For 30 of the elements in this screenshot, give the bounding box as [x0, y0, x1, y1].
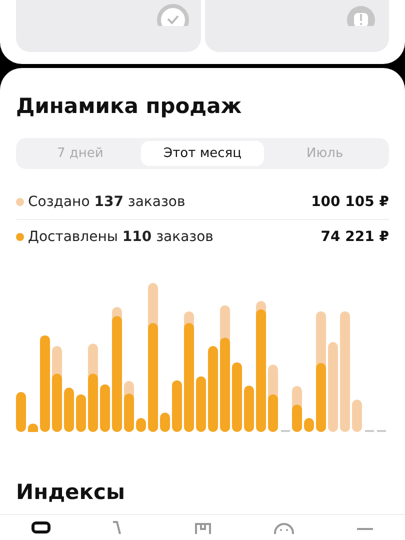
legend-amount: 74 221 ₽	[320, 229, 389, 245]
home-icon[interactable]	[30, 520, 52, 534]
day-bar	[232, 362, 242, 432]
day-bar	[100, 384, 110, 432]
day-bar	[268, 364, 278, 432]
legend-label: Доставлены 110 заказов	[28, 229, 214, 245]
period-tab[interactable]: Июль	[264, 141, 386, 166]
day-bar	[352, 400, 362, 432]
section-title: Индексы	[16, 480, 126, 504]
day-bar	[304, 418, 314, 432]
day-bar	[28, 424, 38, 432]
section-title: Динамика продаж	[16, 94, 243, 118]
legend-amount: 100 105 ₽	[311, 194, 389, 210]
day-bar	[292, 386, 302, 432]
empty-day-mark	[281, 430, 290, 432]
day-bar	[16, 392, 26, 432]
day-bar	[160, 412, 170, 432]
day-bar	[124, 381, 134, 432]
day-bar	[244, 386, 254, 432]
day-bar	[64, 388, 74, 432]
alert-icon	[345, 4, 377, 26]
period-tab[interactable]: 7 дней	[19, 141, 142, 166]
period-tab[interactable]: Этот месяц	[141, 141, 264, 166]
day-bar	[172, 380, 182, 432]
legend-label: Создано 137 заказов	[28, 194, 186, 210]
day-bar	[136, 418, 146, 432]
day-bar	[196, 376, 206, 432]
check-icon	[156, 4, 188, 26]
chat-icon[interactable]	[272, 520, 294, 534]
day-bar	[76, 394, 86, 432]
